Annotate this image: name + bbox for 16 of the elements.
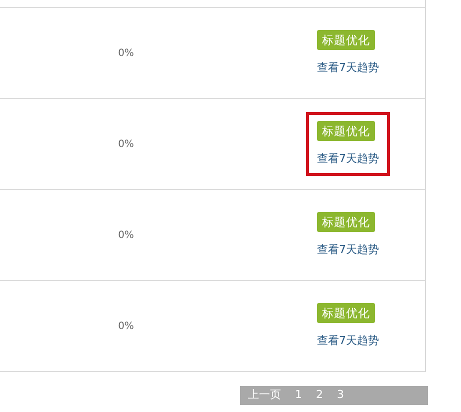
trend-link[interactable]: 查看7天趋势 bbox=[317, 242, 379, 258]
optimize-title-button[interactable]: 标题优化 bbox=[317, 120, 375, 141]
trend-link[interactable]: 查看7天趋势 bbox=[317, 332, 379, 350]
trend-link[interactable]: 查看7天趋势 bbox=[317, 60, 379, 76]
percent-text: 0% bbox=[118, 138, 134, 150]
optimize-title-button[interactable]: 标题优化 bbox=[317, 302, 375, 323]
percent-text: 0% bbox=[118, 48, 134, 58]
optimize-title-button[interactable]: 标题优化 bbox=[317, 30, 375, 50]
prev-page-link[interactable]: 上一页 bbox=[248, 387, 281, 404]
trend-link[interactable]: 查看7天趋势 bbox=[317, 150, 379, 168]
percent-text: 0% bbox=[118, 230, 134, 240]
page-link[interactable]: 3 bbox=[337, 387, 344, 404]
percent-text: 0% bbox=[118, 320, 134, 332]
page-link[interactable]: 2 bbox=[316, 387, 323, 404]
page-link[interactable]: 1 bbox=[295, 387, 302, 404]
optimize-title-button[interactable]: 标题优化 bbox=[317, 212, 375, 232]
